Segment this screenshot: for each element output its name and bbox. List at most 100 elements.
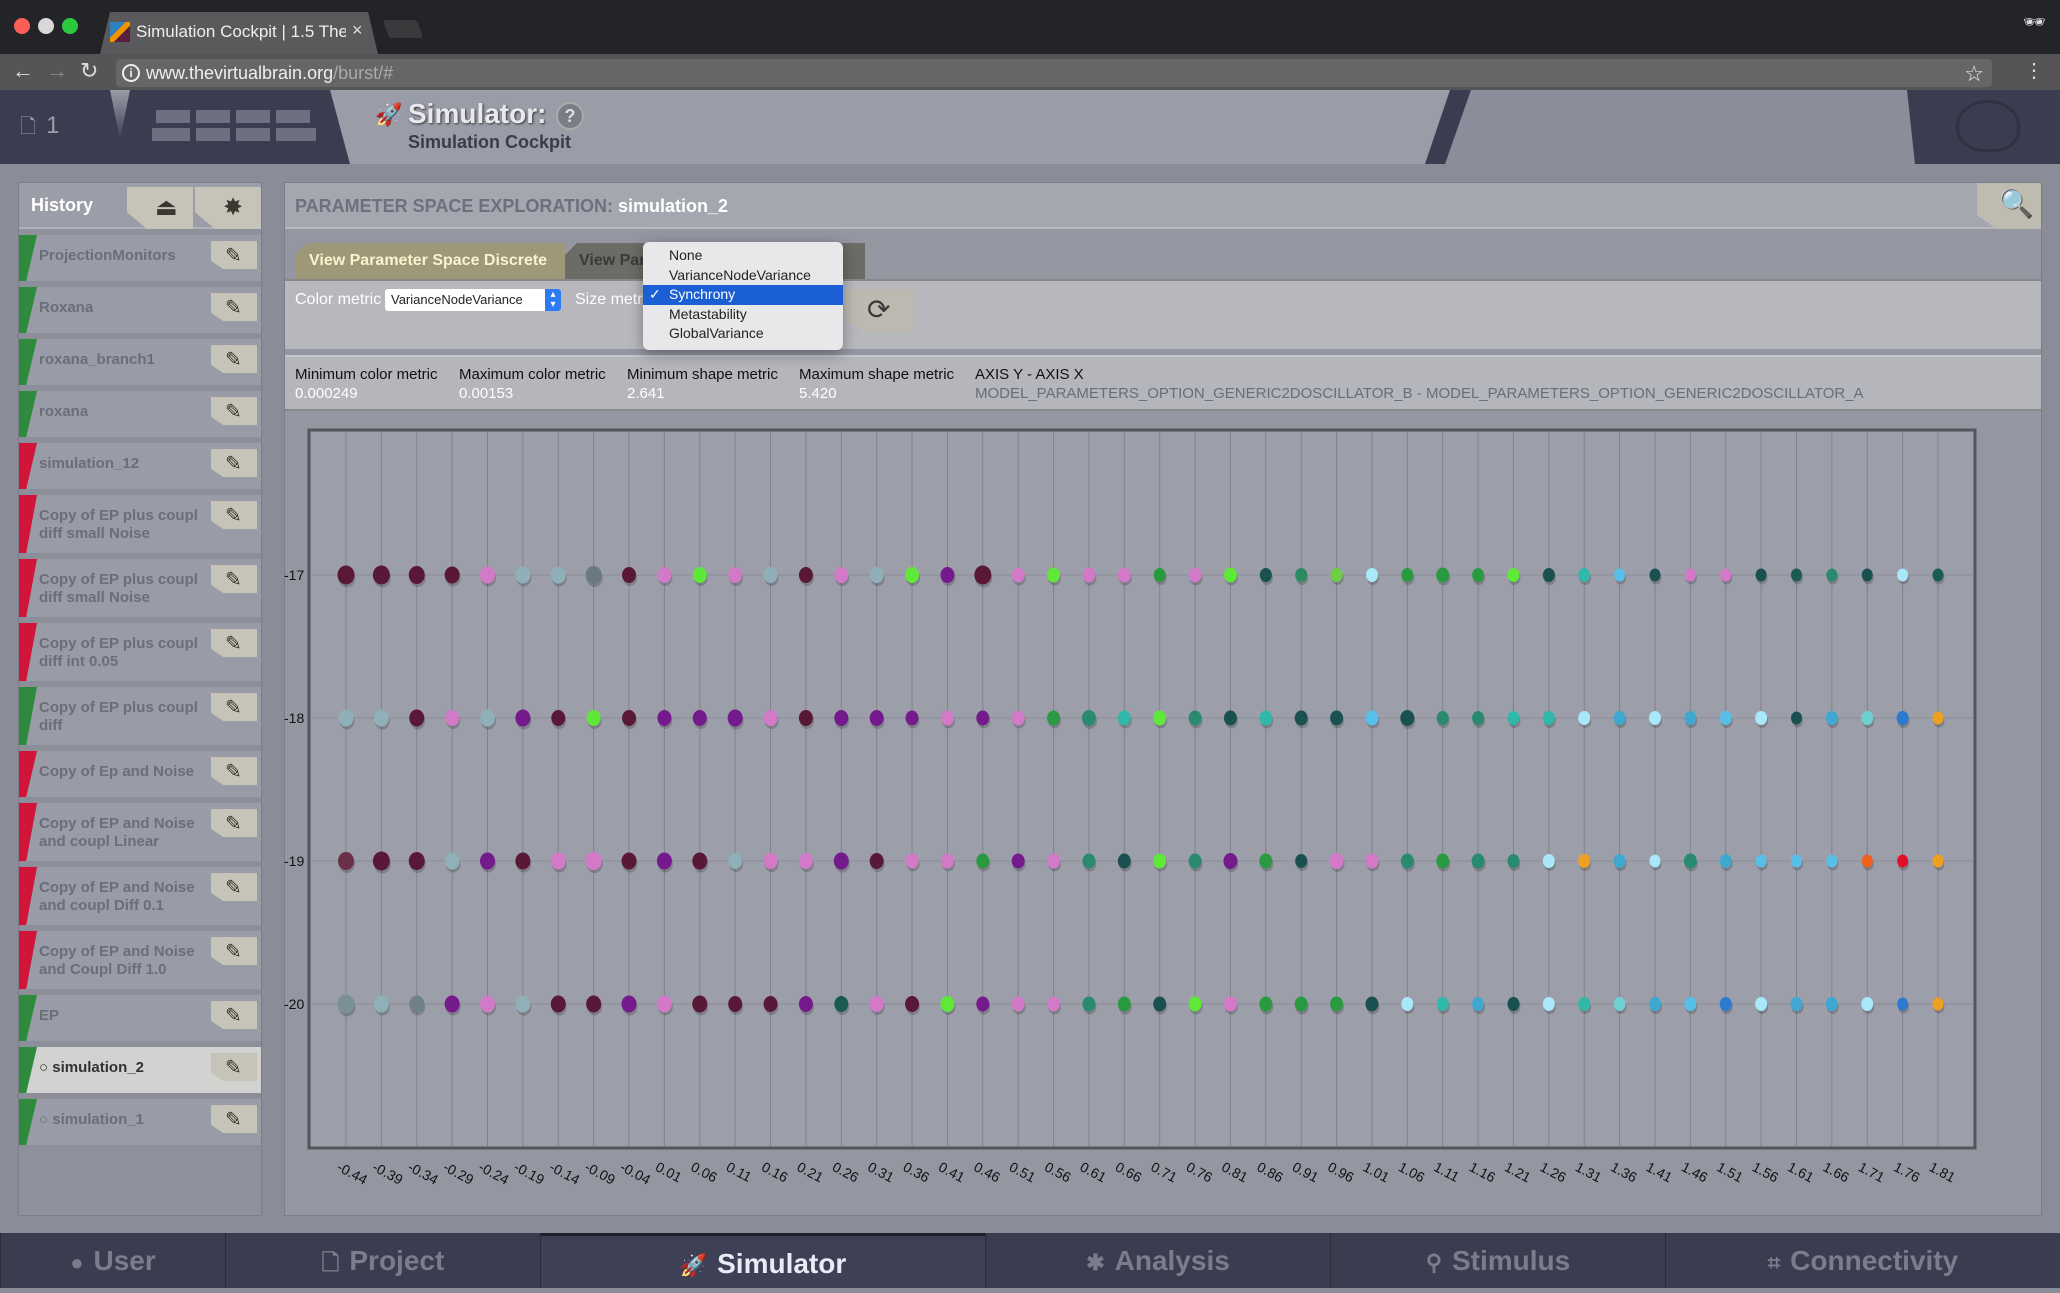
data-point[interactable]: [1507, 997, 1520, 1011]
data-point[interactable]: [1648, 711, 1661, 725]
data-point[interactable]: [869, 996, 884, 1012]
data-point[interactable]: [1259, 996, 1273, 1012]
data-point[interactable]: [1188, 996, 1202, 1012]
data-point[interactable]: [1932, 711, 1944, 725]
data-point[interactable]: [1507, 854, 1520, 868]
data-point[interactable]: [798, 996, 813, 1012]
data-point[interactable]: [444, 566, 460, 584]
data-point[interactable]: [1649, 568, 1661, 582]
data-point[interactable]: [656, 852, 672, 870]
data-point[interactable]: [1047, 996, 1061, 1012]
data-point[interactable]: [373, 709, 389, 727]
data-point[interactable]: [1117, 996, 1131, 1012]
data-point[interactable]: [905, 710, 919, 726]
nav-simulator[interactable]: 🚀 Simulator: [540, 1233, 985, 1288]
data-point[interactable]: [515, 852, 531, 870]
data-point[interactable]: [692, 567, 707, 583]
data-point[interactable]: [1471, 853, 1485, 869]
data-point[interactable]: [1330, 710, 1344, 726]
data-point[interactable]: [1542, 997, 1555, 1011]
data-point[interactable]: [621, 995, 637, 1013]
data-point[interactable]: [1011, 567, 1025, 583]
data-point[interactable]: [1932, 854, 1944, 868]
data-point[interactable]: [372, 565, 390, 585]
data-point[interactable]: [798, 853, 813, 869]
data-point[interactable]: [337, 994, 355, 1014]
data-point[interactable]: [1223, 996, 1237, 1012]
data-point[interactable]: [656, 995, 672, 1013]
data-point[interactable]: [515, 995, 531, 1013]
data-point[interactable]: [692, 995, 708, 1013]
data-point[interactable]: [1472, 568, 1485, 582]
size-metric-option[interactable]: GlobalVariance: [643, 324, 843, 344]
data-point[interactable]: [372, 851, 390, 871]
data-point[interactable]: [1755, 854, 1767, 868]
nav-project[interactable]: 🗋 Project: [225, 1233, 540, 1288]
data-point[interactable]: [585, 566, 602, 584]
data-point[interactable]: [1117, 710, 1131, 726]
data-point[interactable]: [869, 710, 884, 726]
data-point[interactable]: [621, 852, 637, 870]
data-point[interactable]: [1047, 567, 1061, 583]
data-point[interactable]: [905, 567, 920, 583]
data-point[interactable]: [1188, 710, 1202, 726]
size-metric-option[interactable]: Metastability: [643, 305, 843, 325]
data-point[interactable]: [1436, 711, 1449, 725]
data-point[interactable]: [622, 710, 637, 726]
data-point[interactable]: [763, 710, 778, 726]
data-point[interactable]: [1011, 996, 1025, 1012]
data-point[interactable]: [1401, 997, 1414, 1011]
data-point[interactable]: [869, 567, 884, 583]
scatter-plot-svg[interactable]: -0.44 -0.39 -0.34 -0.29 -0.24 -0.19 -0.14 -0.09…: [0, 0, 2060, 1288]
data-point[interactable]: [727, 709, 743, 727]
data-point[interactable]: [976, 710, 990, 726]
data-point[interactable]: [763, 996, 778, 1012]
data-point[interactable]: [550, 852, 566, 870]
data-point[interactable]: [798, 567, 813, 583]
data-point[interactable]: [1153, 710, 1167, 726]
data-point[interactable]: [1826, 854, 1838, 868]
data-point[interactable]: [1295, 568, 1308, 582]
data-point[interactable]: [1790, 568, 1802, 582]
data-point[interactable]: [1400, 853, 1414, 869]
data-point[interactable]: [1436, 853, 1450, 869]
data-point[interactable]: [1295, 854, 1308, 868]
data-point[interactable]: [1755, 568, 1767, 582]
nav-stimulus[interactable]: ⚲ Stimulus: [1330, 1233, 1665, 1288]
data-point[interactable]: [1684, 997, 1697, 1011]
data-point[interactable]: [1401, 568, 1414, 582]
data-point[interactable]: [1223, 710, 1237, 726]
data-point[interactable]: [940, 996, 955, 1012]
data-point[interactable]: [480, 852, 496, 870]
data-point[interactable]: [515, 566, 531, 584]
data-point[interactable]: [905, 853, 919, 869]
data-point[interactable]: [1542, 568, 1555, 582]
data-point[interactable]: [763, 853, 778, 869]
data-point[interactable]: [1578, 997, 1591, 1011]
data-point[interactable]: [940, 710, 954, 726]
data-point[interactable]: [657, 710, 672, 726]
data-point[interactable]: [940, 853, 954, 869]
data-point[interactable]: [551, 710, 566, 726]
data-point[interactable]: [657, 567, 672, 583]
data-point[interactable]: [1614, 568, 1626, 582]
data-point[interactable]: [1826, 568, 1838, 582]
data-point[interactable]: [1542, 711, 1555, 725]
data-point[interactable]: [692, 852, 708, 870]
data-point[interactable]: [1578, 854, 1591, 868]
data-point[interactable]: [1790, 711, 1802, 725]
data-point[interactable]: [337, 565, 355, 585]
data-point[interactable]: [1755, 711, 1768, 725]
data-point[interactable]: [1223, 853, 1238, 869]
data-point[interactable]: [586, 995, 602, 1013]
data-point[interactable]: [1047, 710, 1061, 726]
data-point[interactable]: [1897, 854, 1909, 868]
data-point[interactable]: [1188, 567, 1202, 583]
data-point[interactable]: [1578, 711, 1591, 725]
data-point[interactable]: [728, 996, 743, 1012]
data-point[interactable]: [1897, 997, 1909, 1011]
data-point[interactable]: [1153, 853, 1167, 869]
data-point[interactable]: [1294, 996, 1308, 1012]
data-point[interactable]: [834, 710, 849, 726]
size-metric-dropdown[interactable]: None VarianceNodeVariance ✓ Synchrony Metast…: [643, 242, 843, 350]
